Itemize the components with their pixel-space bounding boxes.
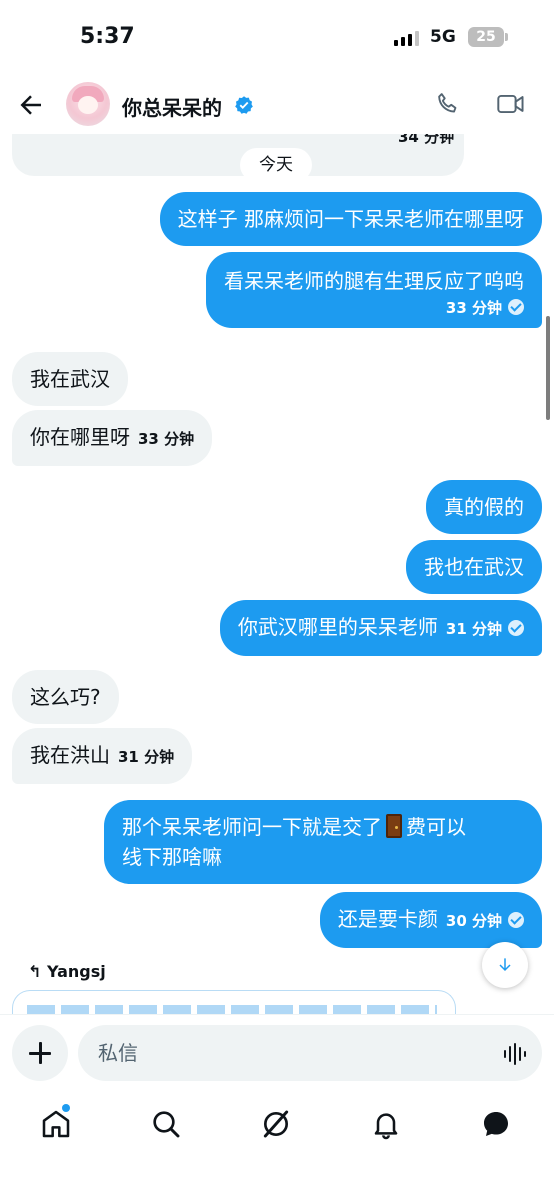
status-bar: 5:37 5G 25 [0,0,554,76]
network-label: 5G [430,27,456,47]
grok-icon[interactable] [260,1108,292,1140]
incoming-message[interactable]: 我在洪山 31 分钟 [12,728,193,784]
message-text: 还是要卡颜 [337,907,438,931]
message-text: 线下那啥嘛 [122,845,222,869]
arrow-down-icon [499,958,511,972]
incoming-message[interactable]: 这么巧? [12,670,119,724]
reply-indicator: ↰ Yangsj [28,962,106,981]
voice-message-icon[interactable] [502,1043,528,1065]
message-text: 费可以 [406,815,466,839]
message-composer [0,1014,554,1094]
signal-icon [394,30,419,46]
outgoing-message[interactable]: 看呆呆老师的腿有生理反应了呜呜 33 分钟 [206,252,542,328]
reply-author: Yangsj [46,962,106,981]
outgoing-message[interactable]: 还是要卡颜 30 分钟 [319,892,542,948]
notifications-icon[interactable] [370,1108,402,1140]
message-time: 31 分钟 [118,748,175,766]
video-call-icon[interactable] [496,90,526,118]
read-receipt-icon [508,620,524,636]
bottom-navigation [0,1094,554,1200]
conversation-header: 你总呆呆的 [0,76,554,134]
previous-message-bubble: 34 分钟 [12,134,464,176]
battery-icon: 25 [468,27,508,47]
message-time: 30 分钟 [445,912,502,930]
message-time: 31 分钟 [445,620,502,638]
message-text: 那个呆呆老师问一下就是交了 [122,815,382,839]
message-text: 你在哪里呀 [30,425,130,449]
search-icon[interactable] [150,1108,182,1140]
home-icon[interactable] [40,1108,72,1140]
message-text: 我也在武汉 [424,555,524,579]
phone-call-icon[interactable] [434,90,462,118]
message-input[interactable] [78,1025,542,1081]
outgoing-message[interactable]: 这样子 那麻烦问一下呆呆老师在哪里呀 [159,192,542,246]
message-list[interactable]: 34 分钟 今天 这样子 那麻烦问一下呆呆老师在哪里呀 看呆呆老师的腿有生理反应… [0,134,554,1014]
message-time: 34 分钟 [398,134,455,146]
read-receipt-icon [508,912,524,928]
avatar[interactable] [66,82,110,126]
incoming-message[interactable]: 我在武汉 [12,352,128,406]
date-divider: 今天 [240,148,312,182]
add-media-button[interactable] [12,1025,68,1081]
scroll-to-bottom-button[interactable] [482,942,528,988]
message-text: 看呆呆老师的腿有生理反应了呜呜 [224,269,524,293]
door-emoji-icon [386,814,402,838]
message-text: 这样子 那麻烦问一下呆呆老师在哪里呀 [177,207,524,231]
outgoing-message[interactable]: 我也在武汉 [406,540,542,594]
verified-badge-icon [235,96,253,114]
outgoing-message[interactable]: 真的假的 [426,480,542,534]
read-receipt-icon [508,299,524,315]
reply-preview[interactable] [12,990,456,1014]
message-text: 真的假的 [444,495,524,519]
incoming-message[interactable]: 你在哪里呀 33 分钟 [12,410,213,466]
status-time: 5:37 [80,24,135,49]
message-text: 我在洪山 [30,743,110,767]
back-arrow-icon[interactable] [16,90,46,120]
reply-arrow-icon: ↰ [28,962,47,981]
message-time: 33 分钟 [445,299,502,317]
notification-dot [62,1104,70,1112]
scrollbar[interactable] [546,316,550,420]
message-text: 我在武汉 [30,367,110,391]
messages-icon[interactable] [480,1108,512,1140]
outgoing-message[interactable]: 你武汉哪里的呆呆老师 31 分钟 [219,600,542,656]
outgoing-message[interactable]: 那个呆呆老师问一下就是交了 费可以 线下那啥嘛 [104,800,542,884]
contact-name[interactable]: 你总呆呆的 [122,92,222,121]
message-text: 这么巧? [30,685,101,709]
message-text: 你武汉哪里的呆呆老师 [237,615,438,639]
message-time: 33 分钟 [138,430,195,448]
